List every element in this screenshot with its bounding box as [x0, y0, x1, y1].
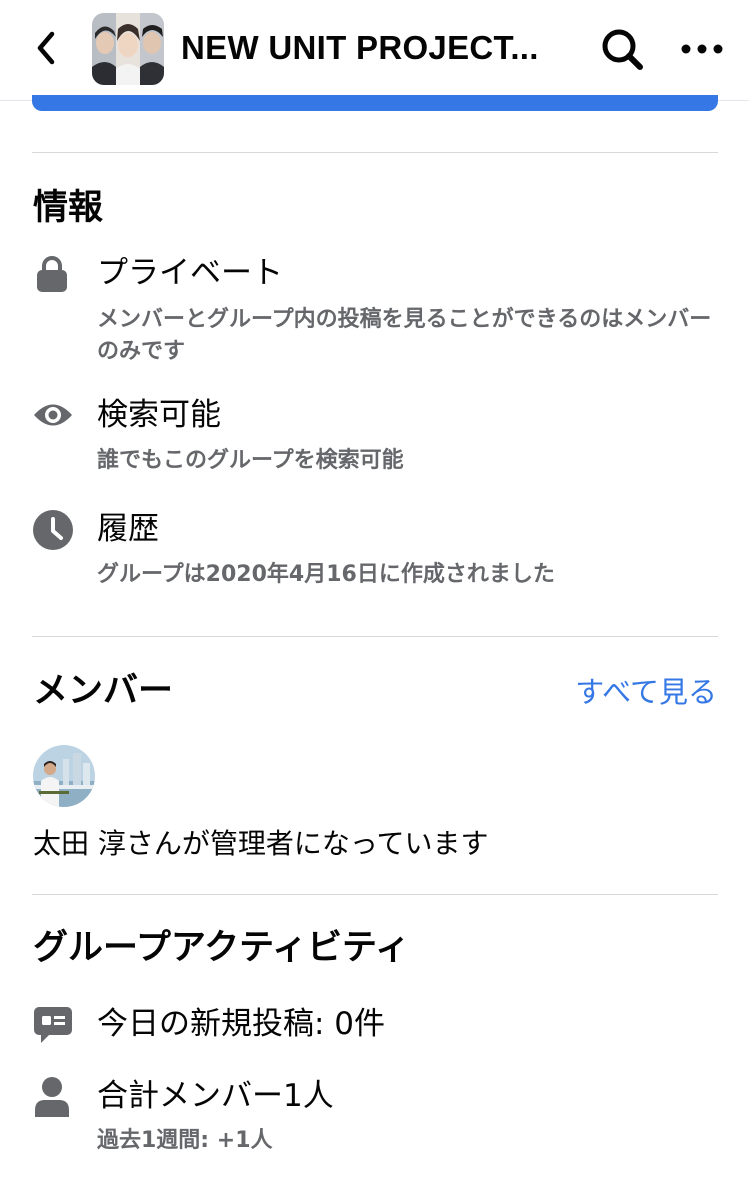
avatar[interactable] [33, 745, 95, 807]
search-icon [602, 29, 643, 70]
back-button[interactable] [30, 28, 66, 68]
divider [32, 894, 718, 895]
top-bar: NEW UNIT PROJECT... [0, 0, 749, 101]
history-description: グループは2020年4月16日に作成されました [97, 562, 555, 587]
chevron-left-icon [37, 31, 55, 65]
total-members-description: 過去1週間: +1人 [97, 1128, 273, 1153]
group-cover-thumbnail[interactable] [92, 13, 164, 85]
chat-icon [33, 1005, 73, 1045]
more-icon [681, 44, 723, 54]
primary-action-button-edge[interactable] [32, 95, 718, 111]
activity-section-title: グループアクティビティ [33, 928, 410, 968]
clock-icon [33, 510, 73, 550]
person-icon [33, 1076, 71, 1118]
divider [32, 636, 718, 637]
total-members-title: 合計メンバー1人 [97, 1078, 334, 1114]
info-section-title: 情報 [33, 188, 104, 228]
admin-info-text: 太田 淳さんが管理者になっています [33, 827, 489, 860]
group-title[interactable]: NEW UNIT PROJECT... [181, 24, 581, 72]
new-posts-title: 今日の新規投稿: 0件 [97, 1006, 386, 1042]
lock-icon [33, 254, 71, 292]
see-all-members-link[interactable]: すべて見る [575, 672, 717, 712]
privacy-title: プライベート [97, 255, 283, 291]
eye-icon [33, 396, 73, 434]
more-options-button[interactable] [678, 36, 726, 62]
privacy-description: メンバーとグループ内の投稿を見ることができるのはメンバーのみです [97, 307, 712, 364]
visibility-description: 誰でもこのグループを検索可能 [97, 448, 404, 473]
members-section-title: メンバー [33, 671, 174, 711]
search-button[interactable] [598, 25, 646, 73]
history-title: 履歴 [97, 511, 159, 547]
divider [32, 152, 718, 153]
visibility-title: 検索可能 [97, 397, 221, 433]
